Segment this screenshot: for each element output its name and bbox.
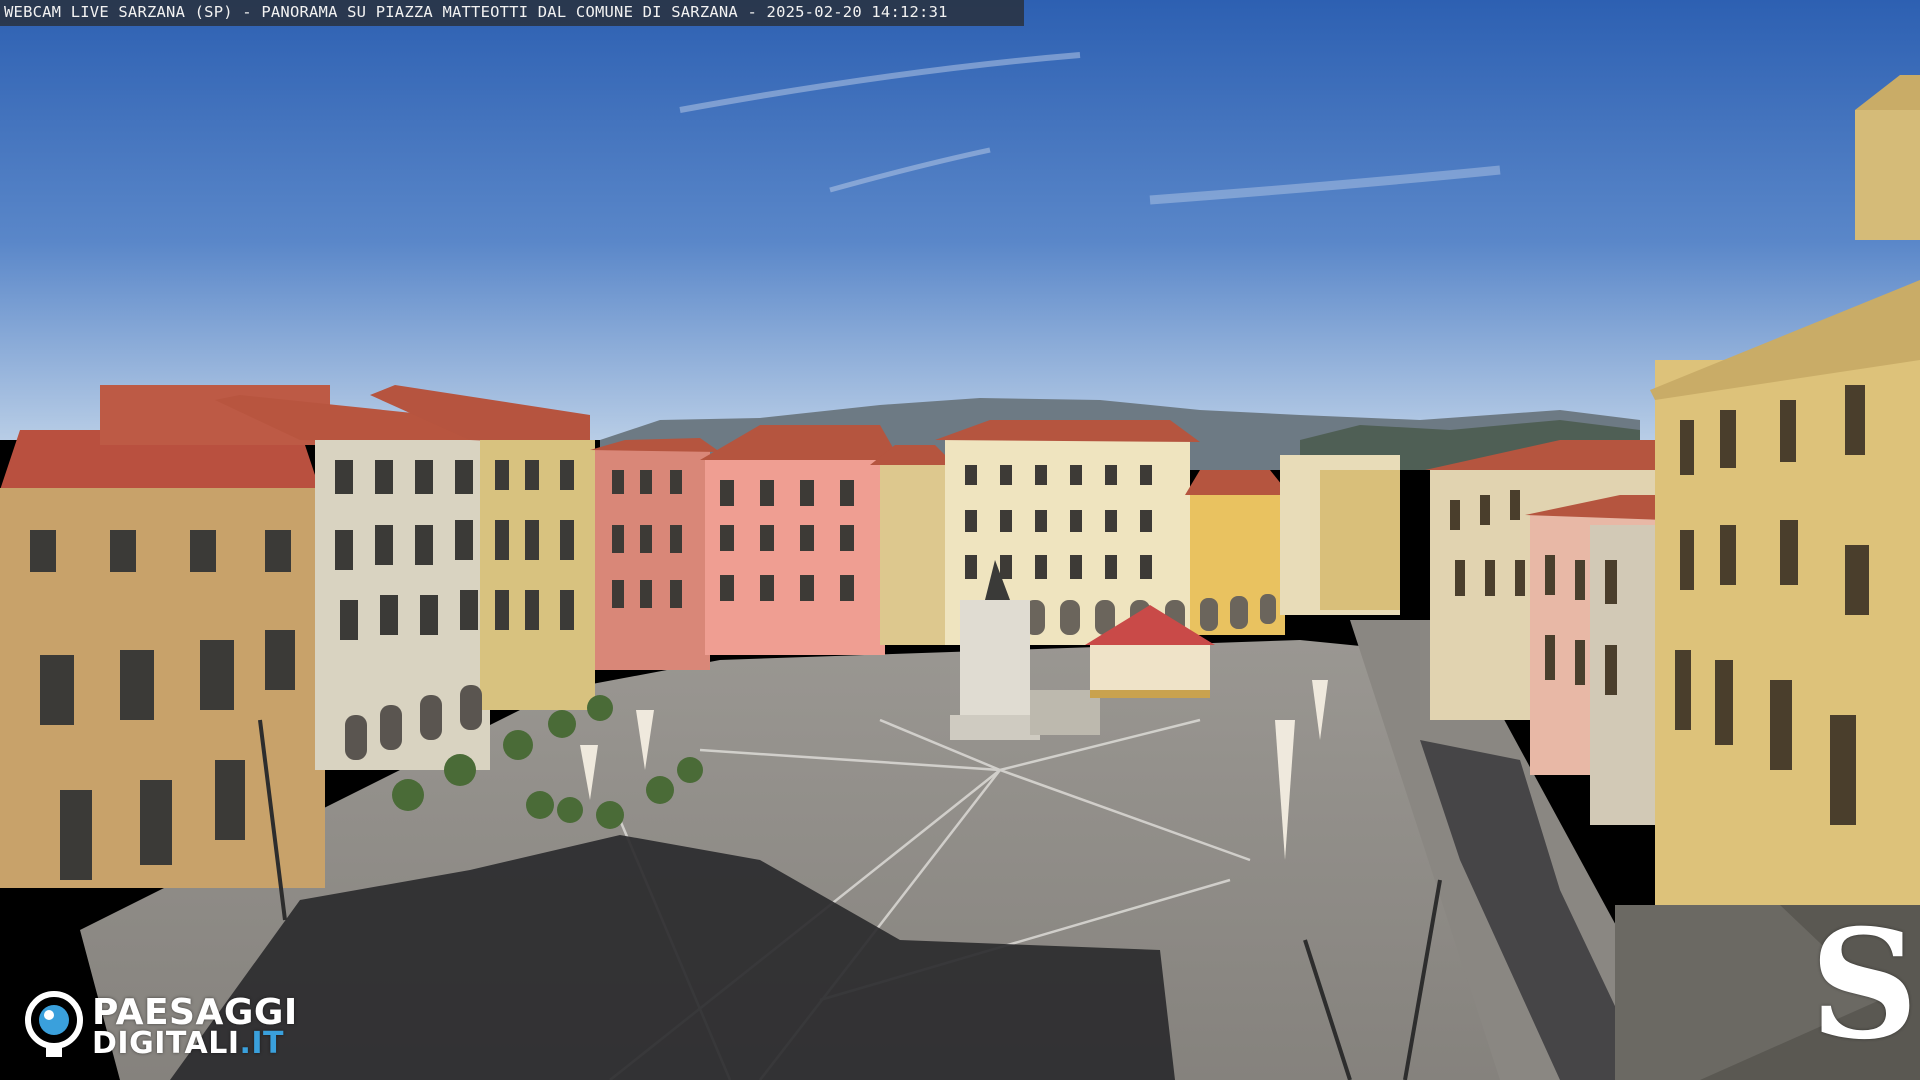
- logo-text-digitali-main: DIGITALI: [92, 1026, 240, 1061]
- piazza-panorama-image: [0, 0, 1920, 1080]
- logo-text-tld: .IT: [239, 1026, 285, 1061]
- webcam-frame: WEBCAM LIVE SARZANA (SP) - PANORAMA SU P…: [0, 0, 1920, 1080]
- sarzana-brand-mark: S: [1810, 897, 1919, 1073]
- paesaggi-digitali-logo: PAESAGGI DIGITALI.IT: [24, 990, 324, 1061]
- caption-bar: WEBCAM LIVE SARZANA (SP) - PANORAMA SU P…: [0, 0, 1024, 26]
- camera-eye-icon: [25, 991, 83, 1057]
- webcam-caption: WEBCAM LIVE SARZANA (SP) - PANORAMA SU P…: [4, 3, 948, 21]
- logo-text-digitali: DIGITALI.IT: [92, 1026, 284, 1061]
